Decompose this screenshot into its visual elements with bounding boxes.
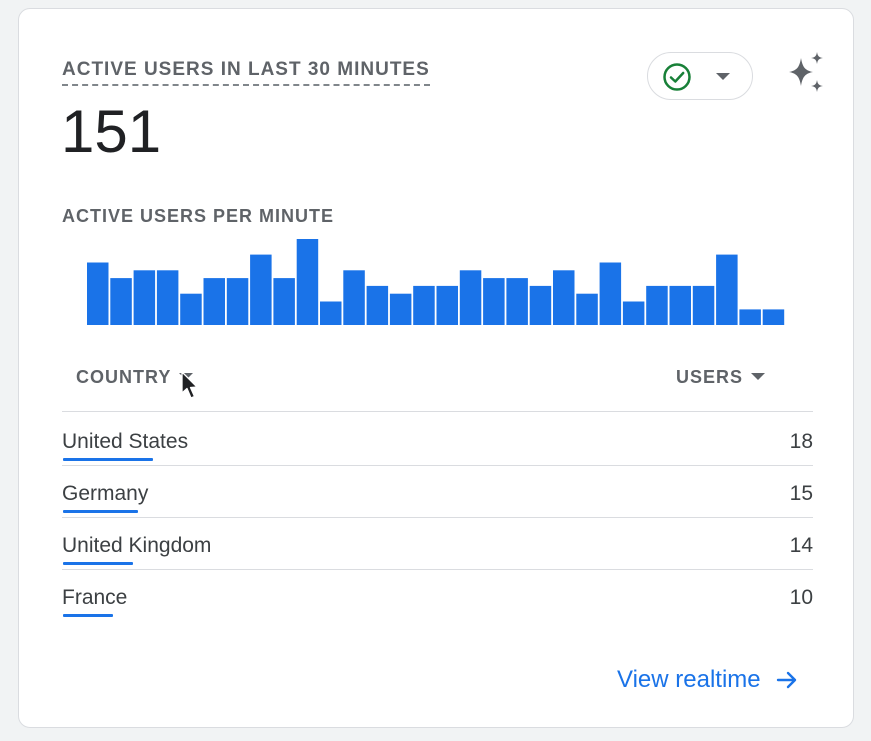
chart-bar[interactable] xyxy=(273,278,295,325)
users-column-header[interactable]: USERS xyxy=(676,366,766,388)
chart-bar[interactable] xyxy=(250,254,272,325)
chart-bar[interactable] xyxy=(716,254,738,325)
chart-bar[interactable] xyxy=(599,262,622,326)
user-count: 14 xyxy=(789,534,813,557)
share-bar xyxy=(63,458,153,461)
active-users-bar-chart xyxy=(87,239,785,326)
status-dropdown[interactable] xyxy=(647,52,753,100)
chart-bar[interactable] xyxy=(180,293,202,325)
realtime-card: ACTIVE USERS IN LAST 30 MINUTES 151 ACTI… xyxy=(18,8,854,728)
chart-bar[interactable] xyxy=(296,239,319,325)
caret-down-icon xyxy=(751,373,766,380)
country-name: United States xyxy=(62,430,189,453)
country-name: France xyxy=(62,586,128,609)
share-bar xyxy=(63,510,138,513)
chart-bar[interactable] xyxy=(762,309,785,325)
chart-bar[interactable] xyxy=(156,270,179,325)
country-name: Germany xyxy=(62,482,149,505)
mouse-cursor-icon xyxy=(181,371,198,399)
chart-bar[interactable] xyxy=(646,285,668,325)
user-count: 10 xyxy=(789,586,813,609)
user-count: 15 xyxy=(789,482,813,505)
chart-bar[interactable] xyxy=(483,278,505,325)
table-row[interactable]: France 10 xyxy=(62,569,813,621)
arrow-right-icon xyxy=(776,671,796,689)
chart-bar[interactable] xyxy=(413,285,435,325)
chart-bar[interactable] xyxy=(366,285,389,325)
divider xyxy=(62,411,813,412)
chart-bar[interactable] xyxy=(133,270,156,325)
view-realtime-label: View realtime xyxy=(617,666,761,693)
chart-bar[interactable] xyxy=(739,309,761,325)
chart-bar[interactable] xyxy=(506,278,528,325)
chart-bar[interactable] xyxy=(389,293,412,325)
chart-bar[interactable] xyxy=(226,278,249,325)
metric-value: 151 xyxy=(61,98,162,165)
chart-bar[interactable] xyxy=(110,278,132,325)
chart-bar[interactable] xyxy=(436,285,459,325)
chart-bar[interactable] xyxy=(320,301,342,326)
country-header-label: COUNTRY xyxy=(76,367,172,387)
chart-label: ACTIVE USERS PER MINUTE xyxy=(62,206,335,226)
share-bar xyxy=(63,562,133,565)
chart-bar[interactable] xyxy=(576,293,598,325)
table-row[interactable]: United States 18 xyxy=(62,413,813,465)
check-circle-icon xyxy=(663,63,691,91)
chart-bar[interactable] xyxy=(529,285,552,325)
metric-label[interactable]: ACTIVE USERS IN LAST 30 MINUTES xyxy=(62,59,430,86)
share-bar xyxy=(63,614,113,617)
table-row[interactable]: Germany 15 xyxy=(62,465,813,517)
chart-bar[interactable] xyxy=(553,270,575,325)
country-column-header[interactable]: COUNTRY xyxy=(76,366,194,388)
caret-down-icon xyxy=(716,73,730,80)
view-realtime-link[interactable]: View realtime xyxy=(617,665,799,695)
chart-bar[interactable] xyxy=(343,270,365,325)
user-count: 18 xyxy=(789,430,813,453)
chart-bar[interactable] xyxy=(87,262,109,326)
users-header-label: USERS xyxy=(676,367,744,387)
country-name: United Kingdom xyxy=(62,534,212,557)
chart-bar[interactable] xyxy=(692,285,715,325)
chart-bar[interactable] xyxy=(669,285,692,325)
chart-bar[interactable] xyxy=(622,301,645,326)
chart-bar[interactable] xyxy=(203,278,226,325)
table-row[interactable]: United Kingdom 14 xyxy=(62,517,813,569)
chart-bar[interactable] xyxy=(459,270,482,325)
sparkle-icon[interactable] xyxy=(783,52,827,96)
